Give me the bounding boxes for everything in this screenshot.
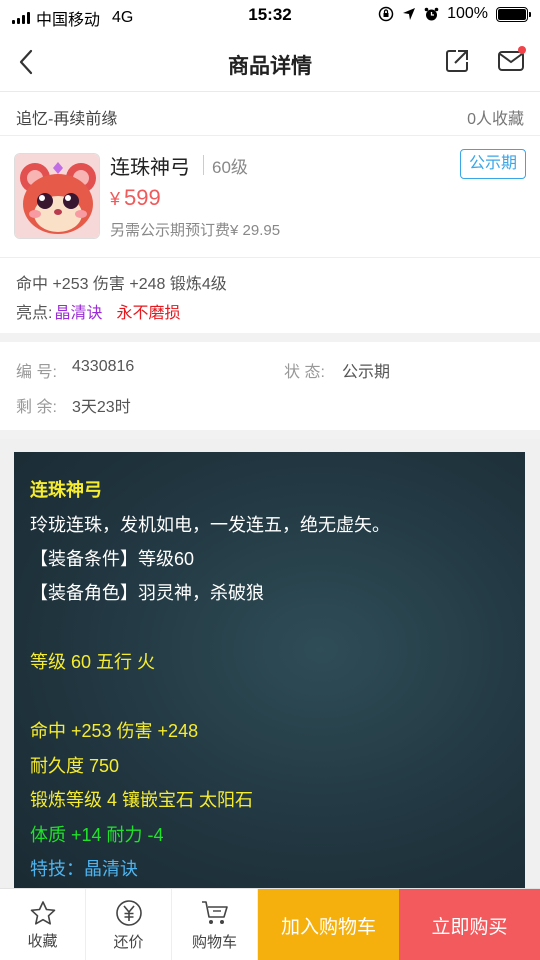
desc-flavor-text: 玲珑连珠，发机如电，一发连五，绝无虚矢。 [30, 515, 390, 535]
bottom-action-bar: 收藏 还价 购物车 加入购物车 立即购买 [0, 888, 540, 960]
nav-bar: 商品详情 [0, 32, 540, 92]
item-name: 连珠神弓 [110, 157, 190, 179]
server-name: 追忆-再续前缘 [16, 111, 118, 128]
desc-level-element: 等级 60 五行 火 [30, 652, 156, 672]
yen-coin-icon [115, 899, 142, 926]
status-right: 100% [378, 5, 531, 23]
price-value: 599 [124, 185, 161, 210]
battery-percent: 100% [447, 5, 488, 22]
item-card: 连珠神弓 60级 公示期 ¥599 另需公示期预订费¥ 29.95 [0, 137, 540, 257]
highlight-tag: 晶清诀 [54, 305, 103, 322]
cart-button[interactable]: 购物车 [172, 889, 258, 960]
desc-requirement-role: 【装备角色】羽灵神，杀破狼 [30, 583, 264, 603]
stats-summary: 命中 +253 伤害 +248 锻炼4级 [16, 276, 227, 293]
star-icon [30, 900, 55, 925]
desc-attributes: 体质 +14 耐力 -4 [30, 825, 164, 845]
favorite-label: 收藏 [27, 932, 58, 950]
currency-symbol: ¥ [110, 189, 121, 209]
status-value: 公示期 [342, 364, 391, 381]
cart-icon [201, 900, 228, 924]
alarm-icon [424, 7, 439, 20]
desc-hit-damage: 命中 +253 伤害 +248 [30, 721, 199, 741]
item-description-panel: 连珠神弓 玲珑连珠，发机如电，一发连五，绝无虚矢。 【装备条件】等级60 【装备… [14, 452, 525, 892]
reservation-fee: 另需公示期预订费¥ 29.95 [110, 222, 281, 239]
remaining-label: 剩 余: [16, 399, 57, 416]
add-to-cart-button[interactable]: 加入购物车 [258, 889, 399, 960]
buy-now-button[interactable]: 立即购买 [399, 889, 540, 960]
bargain-label: 还价 [113, 933, 144, 951]
share-button[interactable] [440, 44, 474, 78]
status-bar: 中国移动 4G 15:32 100% [0, 0, 540, 32]
section-divider [0, 430, 540, 439]
section-divider [0, 333, 540, 342]
cart-label: 购物车 [191, 933, 237, 951]
notification-dot [518, 46, 526, 54]
item-thumbnail [14, 153, 100, 239]
status-badge: 公示期 [459, 149, 526, 179]
server-row: 追忆-再续前缘 0人收藏 [0, 93, 540, 136]
battery-icon [496, 6, 531, 22]
title-divider [203, 155, 204, 175]
remaining-value: 3天23时 [72, 399, 131, 416]
item-price: ¥599 [110, 185, 161, 211]
id-value: 4330816 [72, 358, 135, 375]
bargain-button[interactable]: 还价 [86, 889, 172, 960]
share-icon [446, 50, 468, 72]
desc-skill: 特技：晶清诀 [30, 859, 138, 879]
id-label: 编 号: [16, 364, 57, 381]
favorite-count: 0人收藏 [467, 111, 524, 128]
highlight-label: 亮点: [16, 305, 53, 322]
desc-forge: 锻炼等级 4 镶嵌宝石 太阳石 [30, 790, 254, 810]
highlights: 亮点: 晶清诀 永不磨损 [16, 299, 180, 323]
desc-item-name: 连珠神弓 [30, 480, 102, 500]
rotation-lock-icon [378, 6, 394, 22]
stats-block: 命中 +253 伤害 +248 锻炼4级 亮点: 晶清诀 永不磨损 [0, 257, 540, 333]
hamster-avatar-icon [15, 154, 99, 238]
highlight-tag: 永不磨损 [116, 305, 181, 322]
message-button[interactable] [494, 44, 528, 78]
desc-durability: 耐久度 750 [30, 756, 120, 776]
info-block: 编 号: 4330816 状 态: 公示期 剩 余: 3天23时 [0, 342, 540, 430]
desc-requirement-level: 【装备条件】等级60 [30, 549, 195, 569]
status-label: 状 态: [284, 364, 325, 381]
location-icon [403, 8, 416, 20]
favorite-button[interactable]: 收藏 [0, 889, 86, 960]
item-level: 60级 [212, 158, 248, 177]
description-section: 连珠神弓 玲珑连珠，发机如电，一发连五，绝无虚矢。 【装备条件】等级60 【装备… [0, 439, 540, 892]
